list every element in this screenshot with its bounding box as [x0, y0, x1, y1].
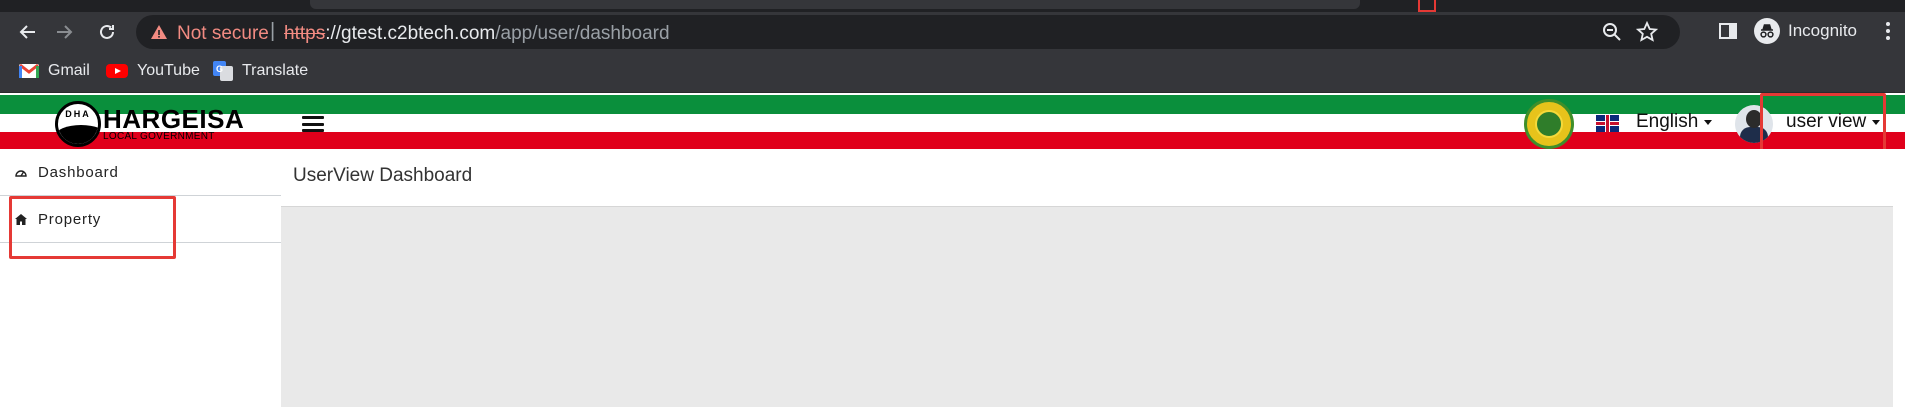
browser-toolbar: Not secure | https://gtest.c2btech.com/a…: [0, 12, 1905, 50]
zoom-icon[interactable]: [1602, 22, 1622, 42]
dashboard-icon: [15, 170, 27, 177]
sidebar: Dashboard Property: [0, 149, 281, 407]
header-stripe-green: [0, 95, 1905, 114]
security-status[interactable]: Not secure: [177, 23, 269, 45]
reload-button[interactable]: [93, 18, 121, 46]
youtube-icon: [106, 64, 128, 78]
forward-arrow-icon: [57, 25, 73, 39]
gmail-icon: [19, 63, 39, 78]
annotation-highlight-property: [9, 196, 176, 259]
menu-toggle-icon[interactable]: [302, 116, 324, 132]
incognito-indicator[interactable]: Incognito: [1754, 15, 1857, 47]
bookmarks-bar: Gmail YouTube G Translate: [0, 50, 1905, 93]
bookmark-translate[interactable]: G Translate: [213, 60, 308, 82]
url-scheme-separator: ://: [325, 23, 342, 44]
bookmark-label: YouTube: [137, 62, 200, 79]
chevron-down-icon: [1704, 119, 1713, 125]
sidebar-item-dashboard[interactable]: Dashboard: [0, 149, 281, 196]
annotation-highlight-user: [1760, 93, 1886, 157]
incognito-icon: [1754, 18, 1780, 44]
back-arrow-icon: [19, 25, 35, 39]
app-logo[interactable]: DHA HARGEISA LOCAL GOVERNMENT: [55, 100, 244, 148]
logo-emblem: DHA: [55, 101, 101, 147]
url-text[interactable]: https://gtest.c2btech.com/app/user/dashb…: [284, 23, 670, 45]
forward-button[interactable]: [50, 18, 78, 46]
browser-menu-icon[interactable]: [1885, 20, 1891, 42]
bookmark-label: Translate: [242, 62, 309, 79]
bookmark-star-icon[interactable]: [1636, 21, 1658, 43]
uk-flag-icon: [1596, 115, 1619, 132]
reload-icon: [100, 24, 114, 39]
url-path: /app/user/dashboard: [495, 23, 670, 44]
warning-icon: [151, 25, 167, 39]
logo-emblem-letters: DHA: [65, 109, 91, 119]
active-tab[interactable]: [310, 0, 1360, 9]
language-label: English: [1636, 111, 1699, 132]
sidebar-item-label: Dashboard: [38, 163, 119, 181]
language-dropdown[interactable]: English: [1636, 111, 1713, 133]
svg-text:G: G: [216, 64, 223, 74]
header-stripe-red: [0, 132, 1905, 149]
back-button[interactable]: [14, 18, 42, 46]
bookmark-label: Gmail: [48, 62, 90, 79]
government-seal-icon: [1524, 99, 1574, 149]
bookmark-gmail[interactable]: Gmail: [19, 60, 90, 82]
tab-strip: [0, 0, 1905, 12]
logo-title: HARGEISA: [103, 104, 245, 134]
security-separator: |: [270, 20, 276, 42]
translate-icon: G: [213, 61, 233, 81]
app-root: DHA HARGEISA LOCAL GOVERNMENT English us…: [0, 93, 1905, 407]
incognito-label: Incognito: [1788, 21, 1857, 40]
main-content: UserView Dashboard: [281, 149, 1905, 407]
url-host: gtest.c2btech.com: [341, 23, 496, 44]
scrollbar[interactable]: [1893, 149, 1905, 407]
header-stripe-white: [0, 114, 1905, 132]
annotation-highlight: [1418, 0, 1436, 12]
side-panel-icon[interactable]: [1718, 21, 1738, 41]
bookmark-youtube[interactable]: YouTube: [106, 60, 200, 82]
page-title: UserView Dashboard: [293, 165, 473, 186]
address-bar[interactable]: Not secure | https://gtest.c2btech.com/a…: [136, 15, 1680, 49]
page-header: UserView Dashboard: [281, 149, 1893, 207]
url-scheme: https: [284, 23, 326, 44]
